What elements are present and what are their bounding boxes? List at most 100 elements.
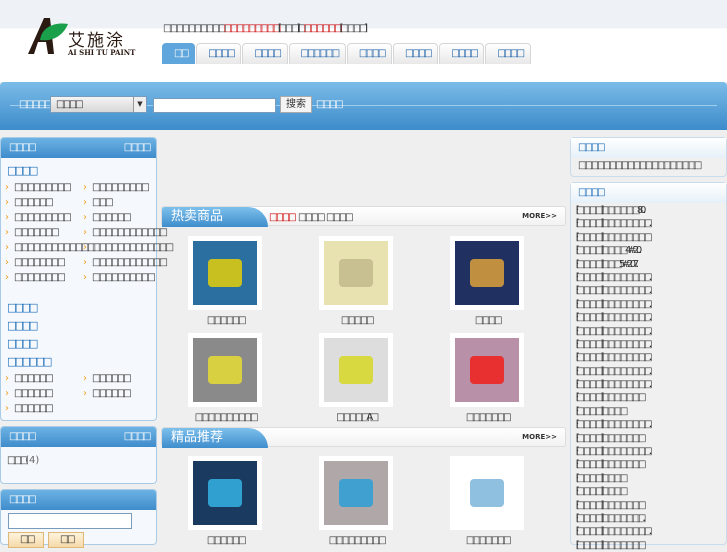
news-item[interactable]: ·[□□□□] □□□□□□□□... [571, 284, 726, 297]
news-item[interactable]: ·[□□□□] □□□□□□□□ [571, 231, 726, 244]
category-item[interactable]: › □□□ [83, 195, 157, 210]
news-item[interactable]: ·[□□□□] □□□5#207... [571, 258, 726, 271]
category-item[interactable]: › □□□□□□□□□ [5, 210, 83, 225]
category-item[interactable]: › □□□□□□□□□□□□□ [5, 240, 96, 255]
category-item[interactable]: › □□□□□□□□ [5, 270, 83, 285]
link-red-2[interactable]: □□□□□□ [303, 23, 343, 34]
news-item[interactable]: ·[□□□□] □□□□□□□ [571, 458, 726, 471]
search-category-select[interactable]: □□□□ ▼ [50, 96, 147, 113]
news-item[interactable]: ·[□□□□] □□□□□□□□... [571, 338, 726, 351]
product-image[interactable] [188, 456, 262, 530]
product-image[interactable] [450, 333, 524, 407]
category-item[interactable]: › □□□□□□□□□ [5, 180, 83, 195]
category-item[interactable]: › □□□□□□□□□□□□ [83, 255, 168, 270]
product-image[interactable] [450, 456, 524, 530]
product-name[interactable]: □□□□□□ [160, 315, 290, 327]
category-item[interactable]: › □□□□□□ [83, 210, 157, 225]
product-card[interactable]: □□□□□□□ [422, 333, 552, 424]
brand-more-link[interactable]: □□□□ [124, 427, 152, 447]
news-item[interactable]: ·[□□□□] □□□□4#20... [571, 244, 726, 257]
news-item[interactable]: ·[□□□□] □□□□□□□□... [571, 525, 726, 538]
link-bracket-2[interactable]: [□□□□] [339, 23, 368, 34]
nav-tab[interactable]: □□□□ [439, 43, 485, 64]
news-item[interactable]: ·[□□□□] □□□□□□□□... [571, 217, 726, 230]
category-item[interactable]: › □□□□□□□□□□ [83, 270, 157, 285]
news-item[interactable]: ·[□□□□] □□□□□□□□... [571, 271, 726, 284]
product-name[interactable]: □□□□□ [291, 315, 421, 327]
category-heading[interactable]: □□□□ [7, 162, 156, 180]
news-item[interactable]: ·[□□□□] □□□□ [571, 472, 726, 485]
product-image[interactable] [188, 333, 262, 407]
category-heading[interactable]: □□□□ [7, 335, 156, 353]
product-name[interactable]: □□□□□□□□□□ [160, 412, 290, 424]
product-card[interactable]: □□□□□□ [160, 456, 290, 547]
login-input[interactable] [8, 513, 132, 529]
news-item[interactable]: ·[□□□□] □□□□□□□□... [571, 445, 726, 458]
advanced-search-link[interactable]: □□□□ [316, 99, 344, 110]
nav-tab[interactable]: □□□□ [393, 43, 439, 64]
product-card[interactable]: □□□□□□□ [422, 456, 552, 547]
login-button[interactable]: □□ [8, 532, 44, 548]
product-image[interactable] [319, 236, 393, 310]
news-item[interactable]: ·[□□□□] □□□□□□□□... [571, 418, 726, 431]
category-item[interactable]: › □□□□□□ [5, 371, 83, 386]
news-item[interactable]: ·[□□□□] □□□□□□□□... [571, 351, 726, 364]
product-image[interactable] [319, 333, 393, 407]
news-item[interactable]: ·[□□□□] □□□□□□□□... [571, 311, 726, 324]
news-item[interactable]: ·[□□□□] □□□□□□□□... [571, 325, 726, 338]
nav-tab[interactable]: □□□□ [196, 43, 242, 64]
hot-more-link[interactable]: MORE>> [522, 212, 557, 220]
product-name[interactable]: □□□□□□□□□ [291, 535, 421, 547]
product-image[interactable] [450, 236, 524, 310]
category-item[interactable]: › □□□□□□□□□ [83, 180, 157, 195]
search-input[interactable] [153, 98, 276, 113]
nav-tab[interactable]: □□□□ [346, 43, 393, 64]
product-name[interactable]: □□□□□□□ [422, 535, 552, 547]
category-item[interactable]: › □□□□□□ [5, 195, 83, 210]
hot-tab-3[interactable]: □□□□ [326, 212, 354, 223]
product-image[interactable] [319, 456, 393, 530]
category-heading[interactable]: □□□□□□ [7, 353, 156, 371]
news-item[interactable]: ·[□□□□] □□□□ [571, 485, 726, 498]
link-bracket-1[interactable]: [□□□] [278, 23, 301, 34]
category-item[interactable]: › □□□□□□ [5, 401, 83, 416]
product-card[interactable]: □□□□□ [291, 236, 421, 327]
product-card[interactable]: □□□□□A□ [291, 333, 421, 424]
nav-tab[interactable]: □□ [162, 43, 196, 64]
category-item[interactable]: › □□□□□□□□□□□□ [83, 225, 168, 240]
news-item[interactable]: ·[□□□□] □□□□□□ □... [571, 512, 726, 525]
hot-tab-2[interactable]: □□□□ [298, 212, 326, 223]
product-name[interactable]: □□□□□□□ [422, 412, 552, 424]
nav-tab[interactable]: □□□□ [485, 43, 531, 64]
category-item[interactable]: › □□□□□□□□□□□□□ [83, 240, 174, 255]
news-item[interactable]: ·[□□□□] □□□□□□□□... [571, 298, 726, 311]
category-heading[interactable]: □□□□ [7, 299, 156, 317]
category-item[interactable]: › □□□□□□□ [5, 225, 83, 240]
category-item[interactable]: › □□□□□□ [5, 386, 83, 401]
product-card[interactable]: □□□□□□□□□ [291, 456, 421, 547]
news-item[interactable]: ·[□□□□] □□□□ [571, 405, 726, 418]
link-red-1[interactable]: □□□□□□□□□ [223, 23, 281, 34]
product-name[interactable]: □□□□ [422, 315, 552, 327]
category-heading[interactable]: □□□□ [7, 317, 156, 335]
nav-tab[interactable]: □□□□□□ [288, 43, 346, 64]
logo[interactable]: 艾施涂 AI SHI TU PAINT [28, 16, 138, 60]
product-image[interactable] [188, 236, 262, 310]
brand-item[interactable]: □□□ [7, 455, 29, 466]
news-item[interactable]: ·[□□□□] □□□□□□□ [571, 539, 726, 552]
news-item[interactable]: ·[□□□□] □□□□□□□ [571, 391, 726, 404]
category-item[interactable]: › □□□□□□ [83, 386, 157, 401]
category-item[interactable]: › □□□□□□ [83, 371, 157, 386]
news-item[interactable]: ·[□□□□] □□□□□□□ [571, 499, 726, 512]
product-name[interactable]: □□□□□□ [160, 535, 290, 547]
recommended-more-link[interactable]: MORE>> [522, 433, 557, 441]
news-item[interactable]: ·[□□□□] □□□□□□□□... [571, 378, 726, 391]
news-item[interactable]: ·[□□□□] □□□□□□□ [571, 432, 726, 445]
product-card[interactable]: □□□□ [422, 236, 552, 327]
category-item[interactable]: › □□□□□□□□ [5, 255, 83, 270]
product-name[interactable]: □□□□□A□ [291, 412, 421, 424]
register-button[interactable]: □□ [48, 532, 84, 548]
search-button[interactable]: 搜索 [280, 96, 312, 113]
hot-tab-1[interactable]: □□□□ [269, 212, 297, 223]
product-card[interactable]: □□□□□□□□□□ [160, 333, 290, 424]
